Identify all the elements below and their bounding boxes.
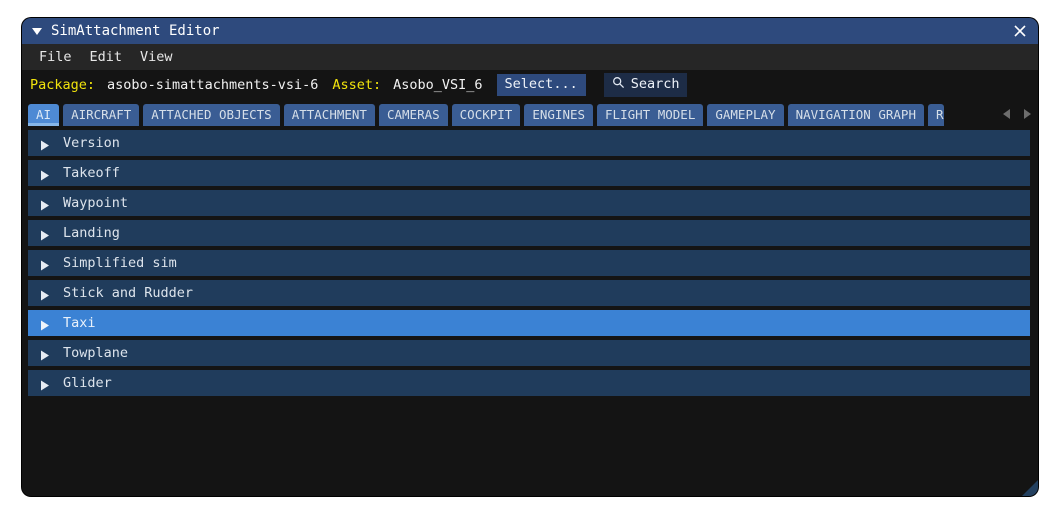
tab-flight-model[interactable]: FLIGHT MODEL xyxy=(597,104,704,126)
menu-bar: File Edit View xyxy=(22,44,1038,70)
close-icon[interactable] xyxy=(1008,19,1032,43)
menu-item-file[interactable]: File xyxy=(30,47,81,67)
screenshot-root: SimAttachment Editor File Edit View Pack… xyxy=(0,0,1060,514)
select-button[interactable]: Select... xyxy=(496,74,586,96)
package-label: Package: xyxy=(30,77,96,93)
tab-gameplay[interactable]: GAMEPLAY xyxy=(707,104,784,126)
triangle-right-icon[interactable] xyxy=(38,137,51,150)
list-item-label: Stick and Rudder xyxy=(63,285,194,301)
triangle-right-icon[interactable] xyxy=(38,227,51,240)
list-item-label: Waypoint xyxy=(63,195,129,211)
tab-attached-objects[interactable]: ATTACHED OBJECTS xyxy=(143,104,280,126)
search-button-label: Search xyxy=(630,76,680,92)
tab-navigation-graph[interactable]: NAVIGATION GRAPH xyxy=(787,104,924,126)
asset-label: Asset: xyxy=(332,77,382,93)
tab-cockpit[interactable]: COCKPIT xyxy=(451,104,521,126)
asset-value: Asobo_VSI_6 xyxy=(393,77,483,93)
triangle-right-icon[interactable] xyxy=(38,287,51,300)
property-list: Version Takeoff Waypoint Landing Simplif… xyxy=(22,126,1038,496)
triangle-down-icon[interactable] xyxy=(30,24,44,38)
package-value: asobo-simattachments-vsi-6 xyxy=(107,77,319,93)
simattachment-editor-window: SimAttachment Editor File Edit View Pack… xyxy=(22,18,1038,496)
list-item[interactable]: Towplane xyxy=(28,340,1030,366)
list-item[interactable]: Simplified sim xyxy=(28,250,1030,276)
package-bar: Package: asobo-simattachments-vsi-6 Asse… xyxy=(22,70,1038,100)
triangle-right-icon[interactable] xyxy=(38,377,51,390)
list-item[interactable]: Stick and Rudder xyxy=(28,280,1030,306)
list-item-label: Takeoff xyxy=(63,165,120,181)
list-item-label: Glider xyxy=(63,375,112,391)
list-item[interactable]: Takeoff xyxy=(28,160,1030,186)
tab-ai[interactable]: AI xyxy=(28,104,60,126)
tab-nav-controls xyxy=(996,103,1036,125)
list-item[interactable]: Glider xyxy=(28,370,1030,396)
list-item-label: Version xyxy=(63,135,120,151)
triangle-right-icon[interactable] xyxy=(1018,104,1036,124)
resize-grip[interactable] xyxy=(1016,474,1038,496)
list-item-label: Simplified sim xyxy=(63,255,177,271)
triangle-right-icon[interactable] xyxy=(38,257,51,270)
magnifier-icon xyxy=(612,76,625,93)
menu-item-edit[interactable]: Edit xyxy=(81,47,132,67)
tab-engines[interactable]: ENGINES xyxy=(524,104,594,126)
triangle-right-icon[interactable] xyxy=(38,347,51,360)
window-title: SimAttachment Editor xyxy=(51,23,220,39)
triangle-right-icon[interactable] xyxy=(38,167,51,180)
menu-item-view[interactable]: View xyxy=(131,47,182,67)
tab-aircraft[interactable]: AIRCRAFT xyxy=(63,104,140,126)
tab-cameras[interactable]: CAMERAS xyxy=(378,104,448,126)
triangle-right-icon[interactable] xyxy=(38,317,51,330)
triangle-left-icon[interactable] xyxy=(998,104,1016,124)
list-item-label: Landing xyxy=(63,225,120,241)
list-item[interactable]: Landing xyxy=(28,220,1030,246)
tab-bar: AI AIRCRAFT ATTACHED OBJECTS ATTACHMENT … xyxy=(22,100,1038,126)
list-item-label: Taxi xyxy=(63,315,96,331)
search-button[interactable]: Search xyxy=(603,73,688,97)
tab-r-clipped[interactable]: R xyxy=(927,104,944,126)
list-item[interactable]: Version xyxy=(28,130,1030,156)
tab-attachment[interactable]: ATTACHMENT xyxy=(283,104,375,126)
triangle-right-icon[interactable] xyxy=(38,197,51,210)
list-item-label: Towplane xyxy=(63,345,129,361)
list-item[interactable]: Waypoint xyxy=(28,190,1030,216)
list-item-selected[interactable]: Taxi xyxy=(28,310,1030,336)
window-titlebar[interactable]: SimAttachment Editor xyxy=(22,18,1038,44)
